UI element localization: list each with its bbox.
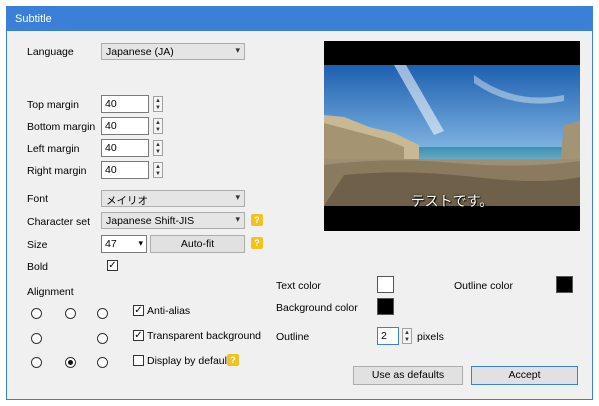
font-value: メイリオ: [106, 195, 148, 207]
subtitle-dialog: Subtitle Language Japanese (JA) ▾ Top ma…: [6, 6, 593, 400]
transparent-background-label: Transparent background: [147, 330, 262, 342]
auto-fit-button[interactable]: Auto-fit: [150, 235, 245, 253]
left-margin-spinner[interactable]: ▲ ▼: [153, 140, 163, 156]
spin-up-icon: ▲: [155, 120, 161, 126]
subtitle-preview: テストです。: [324, 41, 580, 231]
spin-up-icon: ▲: [404, 330, 410, 336]
font-select[interactable]: メイリオ ▾: [101, 190, 245, 207]
chevron-down-icon: ▾: [235, 192, 240, 202]
charset-select[interactable]: Japanese Shift-JIS ▾: [101, 212, 245, 229]
left-margin-input[interactable]: 40: [101, 139, 149, 157]
align-middle-right-radio[interactable]: [97, 333, 108, 344]
charset-value: Japanese Shift-JIS: [106, 215, 195, 227]
chevron-down-icon: ▾: [235, 214, 240, 224]
spin-down-icon: ▼: [155, 105, 161, 111]
outline-color-swatch[interactable]: [556, 276, 573, 293]
align-top-center-radio[interactable]: [65, 308, 76, 319]
spin-down-icon: ▼: [155, 127, 161, 133]
spin-down-icon: ▼: [155, 149, 161, 155]
align-bottom-left-radio[interactable]: [31, 357, 42, 368]
right-margin-input[interactable]: 40: [101, 161, 149, 179]
top-margin-spinner[interactable]: ▲ ▼: [153, 96, 163, 112]
preview-image: [324, 65, 580, 206]
align-middle-left-radio[interactable]: [31, 333, 42, 344]
outline-width-spinner[interactable]: ▲ ▼: [402, 328, 412, 344]
charset-label: Character set: [27, 216, 91, 228]
outline-label: Outline: [276, 331, 310, 343]
align-top-left-radio[interactable]: [31, 308, 42, 319]
language-select[interactable]: Japanese (JA) ▾: [101, 43, 245, 60]
size-value: 47: [105, 238, 117, 250]
title-bar[interactable]: Subtitle: [7, 7, 592, 31]
size-label: Size: [27, 239, 48, 251]
spin-up-icon: ▲: [155, 164, 161, 170]
align-bottom-center-radio[interactable]: [65, 357, 76, 368]
anti-alias-label: Anti-alias: [147, 305, 191, 317]
chevron-down-icon: ▾: [235, 45, 240, 55]
display-default-checkbox[interactable]: [133, 355, 144, 366]
use-as-defaults-button[interactable]: Use as defaults: [353, 366, 463, 385]
spin-down-icon: ▼: [155, 171, 161, 177]
language-value: Japanese (JA): [106, 46, 174, 58]
transparent-background-checkbox[interactable]: ✓: [133, 330, 144, 341]
anti-alias-checkbox[interactable]: ✓: [133, 305, 144, 316]
bold-checkbox[interactable]: ✓: [107, 260, 118, 271]
left-margin-label: Left margin: [27, 143, 80, 155]
right-margin-label: Right margin: [27, 165, 87, 177]
outline-width-input[interactable]: 2: [377, 327, 399, 345]
bottom-margin-spinner[interactable]: ▲ ▼: [153, 118, 163, 134]
text-color-swatch[interactable]: [377, 276, 394, 293]
accept-button[interactable]: Accept: [471, 366, 578, 385]
spin-up-icon: ▲: [155, 98, 161, 104]
align-top-right-radio[interactable]: [97, 308, 108, 319]
preview-subtitle-text: テストです。: [410, 194, 494, 210]
alignment-label: Alignment: [27, 286, 74, 298]
align-bottom-right-radio[interactable]: [97, 357, 108, 368]
top-margin-label: Top margin: [27, 99, 79, 111]
size-help-icon[interactable]: ?: [251, 237, 263, 249]
font-label: Font: [27, 193, 49, 205]
top-margin-input[interactable]: 40: [101, 95, 149, 113]
spin-up-icon: ▲: [155, 142, 161, 148]
charset-help-icon[interactable]: ?: [251, 214, 263, 226]
language-label: Language: [27, 46, 74, 58]
text-color-label: Text color: [276, 280, 321, 292]
chevron-down-icon: ▾: [138, 238, 143, 248]
bottom-margin-input[interactable]: 40: [101, 117, 149, 135]
bold-label: Bold: [27, 261, 49, 273]
window-title: Subtitle: [15, 13, 52, 25]
pixels-unit-label: pixels: [417, 331, 444, 343]
spin-down-icon: ▼: [404, 337, 410, 343]
bottom-margin-label: Bottom margin: [27, 121, 96, 133]
outline-color-label: Outline color: [454, 280, 513, 292]
background-color-label: Background color: [276, 302, 358, 314]
beach-scene-image: [324, 65, 580, 206]
right-margin-spinner[interactable]: ▲ ▼: [153, 162, 163, 178]
background-color-swatch[interactable]: [377, 298, 394, 315]
display-default-help-icon[interactable]: ?: [227, 354, 239, 366]
size-select[interactable]: 47 ▾: [101, 235, 147, 253]
display-default-label: Display by default: [147, 355, 230, 367]
